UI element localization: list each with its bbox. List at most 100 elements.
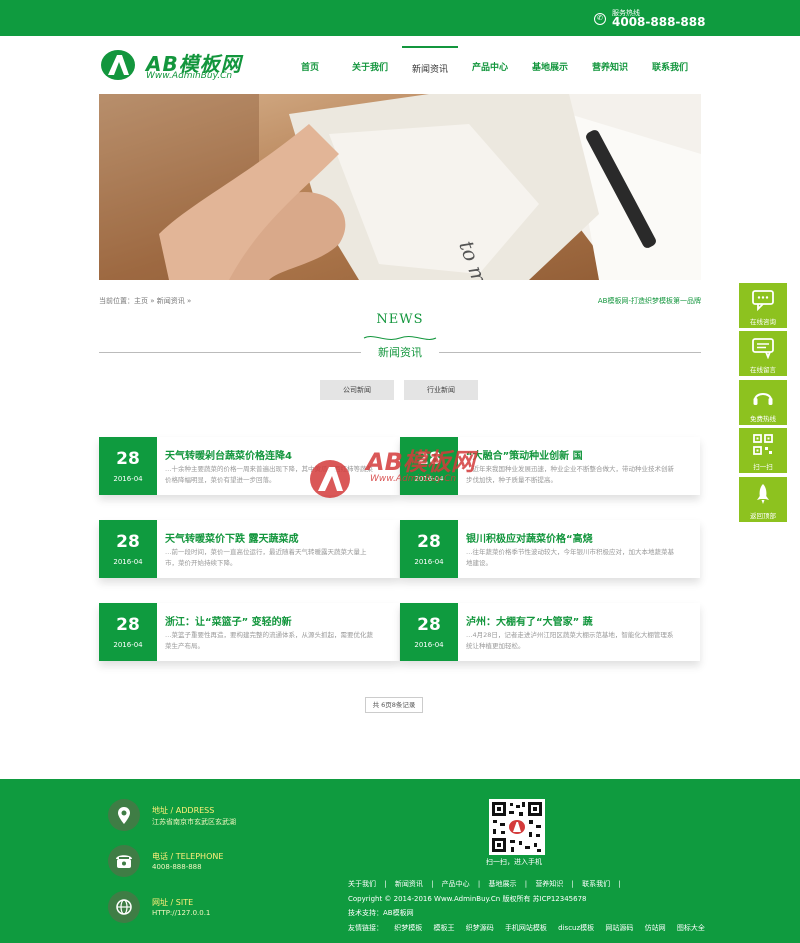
banner-image: to m [99,94,701,280]
friend-link[interactable]: discuz模板 [558,924,594,932]
sidebar-free-hotline[interactable]: 免费热线 [739,380,787,425]
address-value: 江苏省南京市玄武区玄武湖 [152,818,236,826]
news-title[interactable]: 银川积极应对蔬菜价格“高烧 [466,530,593,545]
news-item[interactable]: 28 2016-04 天气转暖菜价下跌 露天蔬菜成 …前一段时间，菜价一直高位运… [99,520,399,578]
footer-link-separator: | [571,880,574,888]
sidebar-label: 在线留言 [750,366,776,374]
news-summary: …4月28日，记者走进泸州江阳区蔬菜大棚示范基地，智能化大棚管理系统让种植更加轻… [466,631,674,650]
nav-bases[interactable]: 基地展示 [522,46,578,86]
section-title: NEWS 新闻资讯 [0,312,800,359]
sidebar-scan-qrcode[interactable]: 扫一扫 [739,428,787,473]
footer-link-nutrition[interactable]: 营养知识 [535,880,563,888]
friend-link[interactable]: 织梦模板 [394,924,422,932]
news-day: 28 [417,532,441,552]
footer-link-separator: | [618,880,621,888]
news-title[interactable]: 浙江：让“菜篮子” 变轻的新 [165,613,292,628]
news-day: 28 [116,532,140,552]
news-month: 2016-04 [113,641,143,649]
news-summary: …菜篮子重要性再造，要构建完整的流通体系，从源头抓起，需要优化蔬菜生产布局。 [165,631,373,650]
sidebar-label: 在线咨询 [750,318,776,326]
logo-url: Www.AdminBuy.Cn [146,71,233,81]
site-footer: 地址 / ADDRESS 江苏省南京市玄武区玄武湖 电话 / TELEPHONE… [0,779,800,943]
news-date: 28 2016-04 [99,437,157,495]
site-label: 网址 / SITE [152,898,194,907]
hero-banner: to m [99,94,701,280]
globe-icon [108,891,140,923]
top-bar: ✆ 服务热线 4008-888-888 [0,0,800,36]
friend-links: 友情链接： 织梦模板 模板王 织梦源码 手机网站模板 discuz模板 网站源码… [348,923,714,933]
news-item[interactable]: 28 2016-04 银川积极应对蔬菜价格“高烧 …往年蔬菜价格季节性波动较大，… [400,520,700,578]
tab-industry-news[interactable]: 行业新闻 [404,380,478,400]
qrcode-icon [753,434,773,455]
message-icon [752,338,774,359]
chat-icon [752,290,774,311]
nav-about[interactable]: 关于我们 [342,46,398,86]
breadcrumb[interactable]: 当前位置：主页 » 新闻资讯 » [99,296,191,306]
news-date: 28 2016-04 [400,603,458,661]
news-month: 2016-04 [414,558,444,566]
divider-left [99,352,361,353]
watermark-logo: AB模板网 Www.AdminBuy.Cn [300,436,500,508]
site-logo[interactable]: AB模板网 Www.AdminBuy.Cn [100,46,260,86]
sidebar-leave-message[interactable]: 在线留言 [739,331,787,376]
footer-link-contact[interactable]: 联系我们 [582,880,610,888]
news-item[interactable]: 28 2016-04 浙江：让“菜篮子” 变轻的新 …菜篮子重要性再造，要构建完… [99,603,399,661]
footer-link-separator: | [384,880,387,888]
watermark-url: Www.AdminBuy.Cn [370,474,457,484]
phone-icon: ✆ [594,13,606,25]
footer-link-separator: | [431,880,434,888]
news-month: 2016-04 [414,641,444,649]
nav-products[interactable]: 产品中心 [462,46,518,86]
footer-link-separator: | [477,880,481,888]
news-date: 28 2016-04 [99,603,157,661]
headset-icon [753,393,773,405]
news-day: 28 [417,615,441,635]
slogan: AB模板网-打造织梦模板第一品牌 [597,297,701,305]
footer-link-news[interactable]: 新闻资讯 [395,880,423,888]
news-title[interactable]: 天气转暖菜价下跌 露天蔬菜成 [165,530,298,545]
news-title[interactable]: 泸州：大棚有了“大管家” 蔬 [466,613,593,628]
footer-link-separator: | [524,880,528,888]
news-day: 28 [116,615,140,635]
sidebar-online-chat[interactable]: 在线咨询 [739,283,787,328]
nav-contact[interactable]: 联系我们 [642,46,698,86]
friend-link[interactable]: 图标大全 [677,924,705,932]
news-date: 28 2016-04 [99,520,157,578]
site-value[interactable]: HTTP://127.0.0.1 [152,909,210,917]
friend-link[interactable]: 仿站网 [645,924,666,932]
nav-news[interactable]: 新闻资讯 [402,46,458,86]
telephone-value: 4008-888-888 [152,863,202,871]
friend-link[interactable]: 织梦源码 [466,924,494,932]
news-summary: …往年蔬菜价格季节性波动较大，今年银川市积极应对，加大本地蔬菜基地建设。 [466,548,674,567]
sidebar-label: 免费热线 [750,415,776,423]
hotline-number: 4008-888-888 [612,15,706,29]
news-date: 28 2016-04 [400,520,458,578]
footer-link-bases[interactable]: 基地展示 [488,880,516,888]
tab-company-news[interactable]: 公司新闻 [320,380,394,400]
friend-links-label: 友情链接： [348,924,383,932]
footer-link-about[interactable]: 关于我们 [348,880,376,888]
sidebar-back-to-top[interactable]: 返回顶部 [739,477,787,522]
news-summary: …前一段时间，菜价一直高位运行，最近随着天气转暖露天蔬菜大量上市，菜价开始持续下… [165,548,367,567]
sidebar-label: 扫一扫 [753,463,773,471]
ornament-icon [363,336,437,340]
section-title-en: NEWS [376,312,424,327]
address-label: 地址 / ADDRESS [152,806,215,815]
pagination-info[interactable]: 共 6页8条记录 [365,697,423,713]
footer-link-products[interactable]: 产品中心 [442,880,470,888]
news-month: 2016-04 [113,475,143,483]
location-icon [108,799,140,831]
sidebar-label: 返回顶部 [750,512,776,520]
friend-link[interactable]: 网站源码 [605,924,633,932]
rocket-icon [757,484,769,504]
news-title[interactable]: 天气转暖剁台蔬菜价格连降4 [165,447,292,462]
news-item[interactable]: 28 2016-04 泸州：大棚有了“大管家” 蔬 …4月28日，记者走进泸州江… [400,603,700,661]
nav-nutrition[interactable]: 营养知识 [582,46,638,86]
tech-support: 技术支持：AB模板网 [348,909,414,917]
friend-link[interactable]: 手机网站模板 [505,924,547,932]
logo-mark-icon [101,50,135,80]
friend-link[interactable]: 模板王 [433,924,454,932]
qrcode-caption: 扫一扫，进入手机 [486,858,542,866]
news-day: 28 [116,449,140,469]
nav-home[interactable]: 首页 [282,46,338,86]
